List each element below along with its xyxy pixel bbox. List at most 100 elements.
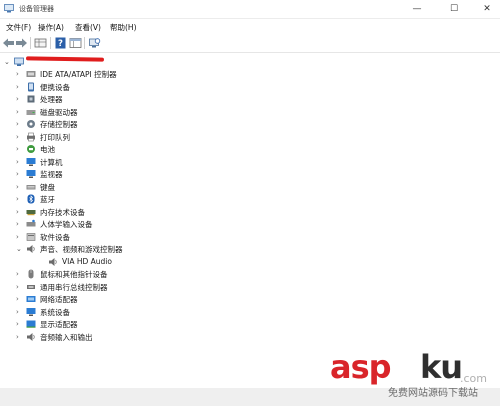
chevron-right-icon[interactable]: ›	[16, 169, 24, 179]
tree-item-label: 网络适配器	[40, 295, 78, 304]
tree-category-item[interactable]: ⌄ 声音、视频和游戏控制器	[0, 243, 260, 255]
tree-item-label: 软件设备	[40, 232, 70, 242]
mouse-icon	[28, 269, 34, 279]
tree-item-label: 打印队列	[40, 132, 70, 142]
tree-item-label: 内存技术设备	[40, 207, 85, 217]
memory-device-icon	[26, 209, 36, 215]
menu-file[interactable]: 文件(F)	[6, 22, 31, 33]
watermark-tagline: 免费网站源码下载站	[388, 388, 478, 399]
tree-item-label: 系统设备	[40, 307, 70, 317]
chevron-right-icon[interactable]: ›	[16, 294, 24, 304]
title-bar: 设备管理器 — ☐ ✕	[0, 0, 500, 19]
chevron-right-icon[interactable]: ›	[16, 182, 24, 192]
printer-icon	[27, 132, 35, 141]
computer-root-icon	[14, 57, 24, 66]
storage-controller-icon	[27, 120, 35, 128]
chevron-right-icon[interactable]: ›	[16, 332, 24, 342]
bluetooth-icon	[27, 194, 35, 204]
tree-item-label: 人体学输入设备	[40, 220, 93, 229]
window-title: 设备管理器	[19, 5, 54, 13]
tree-category-item[interactable]: › 便携设备	[0, 81, 260, 93]
tree-item-label: 监视器	[40, 170, 63, 179]
maximize-button[interactable]: ☐	[441, 2, 467, 16]
watermark-brand-ku: ku	[420, 348, 463, 386]
toolbar-separator	[84, 37, 85, 49]
properties-grid-icon[interactable]	[69, 37, 82, 49]
chevron-right-icon[interactable]: ›	[16, 282, 24, 292]
processor-icon	[27, 95, 35, 103]
tree-category-item[interactable]: › 存储控制器	[0, 118, 260, 130]
tree-category-item[interactable]: › 显示适配器	[0, 318, 260, 330]
chevron-right-icon[interactable]: ›	[16, 94, 24, 104]
chevron-right-icon[interactable]: ›	[16, 157, 24, 167]
tree-item-label: 磁盘驱动器	[40, 107, 78, 117]
battery-icon	[27, 145, 35, 153]
tree-category-item[interactable]: › 通用串行总线控制器	[0, 281, 260, 293]
chevron-right-icon[interactable]: ›	[16, 207, 24, 217]
keyboard-icon	[26, 184, 36, 189]
ide-controller-icon	[26, 71, 36, 77]
tree-category-item[interactable]: › 键盘	[0, 181, 260, 193]
chevron-down-icon[interactable]: ⌄	[16, 244, 24, 254]
toolbar-separator	[50, 37, 51, 49]
tree-category-item[interactable]: › 人体学输入设备	[0, 218, 260, 230]
forward-arrow-icon[interactable]	[15, 37, 28, 49]
tree-item-label: IDE ATA/ATAPI 控制器	[40, 70, 117, 79]
tree-category-item[interactable]: › 打印队列	[0, 131, 260, 143]
tree-category-item[interactable]: › 蓝牙	[0, 193, 260, 205]
tree-item-label: 便携设备	[40, 82, 70, 92]
svg-text:?: ?	[58, 39, 63, 49]
system-device-icon	[26, 307, 36, 316]
tree-item-label: 计算机	[40, 157, 63, 167]
help-icon[interactable]: ?	[54, 37, 67, 49]
tree-category-item[interactable]: › 鼠标和其他指针设备	[0, 268, 260, 280]
chevron-right-icon[interactable]: ›	[16, 132, 24, 142]
tree-category-item[interactable]: › 监视器	[0, 168, 260, 180]
tree-category-item[interactable]: › 处理器	[0, 93, 260, 105]
usb-icon	[27, 284, 35, 289]
tree-category-item[interactable]: › 磁盘驱动器	[0, 106, 260, 118]
monitor-icon	[26, 170, 36, 178]
network-adapter-icon	[26, 296, 36, 302]
chevron-right-icon[interactable]: ›	[16, 219, 24, 229]
speaker-icon	[27, 245, 35, 253]
tree-category-item[interactable]: › 电池	[0, 143, 260, 155]
chevron-right-icon[interactable]: ›	[16, 194, 24, 204]
tree-category-item[interactable]: › IDE ATA/ATAPI 控制器	[0, 68, 260, 80]
tree-leaf-item[interactable]: VIA HD Audio	[0, 256, 260, 268]
chevron-right-icon[interactable]: ›	[16, 119, 24, 129]
tree-item-label: 存储控制器	[40, 120, 78, 129]
computer-grid-icon[interactable]	[34, 37, 47, 49]
chevron-right-icon[interactable]: ›	[16, 69, 24, 79]
tree-item-label: 音频输入和输出	[40, 332, 93, 342]
device-manager-icon	[4, 4, 14, 13]
close-button[interactable]: ✕	[474, 2, 500, 16]
chevron-right-icon[interactable]: ›	[16, 319, 24, 329]
tree-category-item[interactable]: › 系统设备	[0, 306, 260, 318]
chevron-right-icon[interactable]: ›	[16, 232, 24, 242]
chevron-right-icon[interactable]: ›	[16, 307, 24, 317]
chevron-right-icon[interactable]: ›	[16, 144, 24, 154]
watermark-brand-asp: asp	[330, 348, 392, 386]
toolbar: ?	[0, 34, 500, 53]
back-arrow-icon[interactable]	[2, 37, 15, 49]
audio-io-icon	[27, 332, 35, 341]
tree-category-item[interactable]: › 内存技术设备	[0, 206, 260, 218]
tree-category-item[interactable]: › 网络适配器	[0, 293, 260, 305]
menu-view[interactable]: 查看(V)	[75, 22, 101, 33]
menu-help[interactable]: 帮助(H)	[110, 22, 137, 33]
chevron-right-icon[interactable]: ›	[16, 107, 24, 117]
tree-category-item[interactable]: › 音频输入和输出	[0, 331, 260, 343]
computer-icon	[26, 157, 36, 166]
tree-item-label: 电池	[40, 145, 55, 154]
minimize-button[interactable]: —	[404, 2, 430, 16]
toolbar-separator	[30, 37, 31, 49]
chevron-right-icon[interactable]: ›	[16, 269, 24, 279]
watermark: asp ku .com 免费网站源码下载站	[328, 346, 500, 406]
tree-category-item[interactable]: › 软件设备	[0, 231, 260, 243]
scan-hardware-icon[interactable]	[88, 37, 101, 49]
tree-category-item[interactable]: › 计算机	[0, 156, 260, 168]
menu-action[interactable]: 操作(A)	[38, 22, 64, 33]
chevron-down-icon[interactable]: ⌄	[4, 57, 12, 67]
chevron-right-icon[interactable]: ›	[16, 82, 24, 92]
